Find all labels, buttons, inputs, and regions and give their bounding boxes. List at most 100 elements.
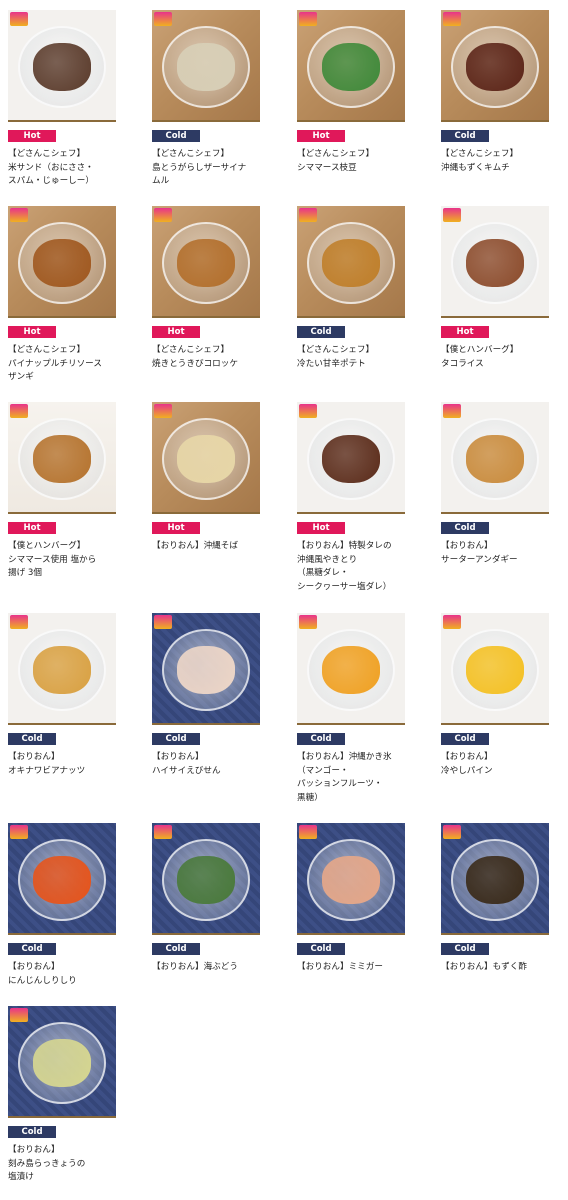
menu-item-card[interactable]: Hot 【おりおん】沖縄そば <box>152 402 260 554</box>
karaage-photo[interactable] <box>8 402 116 514</box>
menu-item-card[interactable]: Hot 【僕とハンバーグ】 シママース使用 塩から 揚げ 3個 <box>8 402 116 581</box>
menu-item-card[interactable]: Cold 【おりおん】 刻み島らっきょうの 塩漬け <box>8 1006 116 1185</box>
carrot-shirishiri-photo[interactable] <box>8 823 116 935</box>
menu-grid: Hot 【どさんこシェフ】 米サンド（おにささ・ スパム・じゅーしー） Cold 【ど… <box>0 0 568 1200</box>
container-icon <box>18 26 106 109</box>
temperature-badge: Cold <box>297 943 345 955</box>
menu-item-card[interactable]: Hot 【おりおん】特製タレの 沖縄風やきとり （黒糖ダレ・ シークヮーサー塩ダレ… <box>297 402 405 594</box>
rice-sandwich-photo[interactable] <box>8 10 116 122</box>
croquette-photo[interactable] <box>152 206 260 318</box>
menu-item-card[interactable]: Cold 【おりおん】もずく酢 <box>441 823 549 975</box>
menu-item-card[interactable]: Hot 【どさんこシェフ】 パイナップルチリソース ザンギ <box>8 206 116 385</box>
event-logo-icon <box>10 615 28 629</box>
beer-nuts-photo[interactable] <box>8 613 116 725</box>
menu-item-card[interactable]: Cold 【おりおん】ミミガー <box>297 823 405 975</box>
container-icon <box>18 222 106 305</box>
menu-item-card[interactable]: Cold 【おりおん】 オキナワビアナッツ <box>8 613 116 778</box>
event-logo-icon <box>10 208 28 222</box>
food-icon <box>322 43 380 92</box>
food-icon <box>177 435 235 484</box>
event-logo-icon <box>299 12 317 26</box>
event-logo-icon <box>154 208 172 222</box>
menu-item-card[interactable]: Cold 【おりおん】 サーターアンダギー <box>441 402 549 567</box>
container-icon <box>162 629 250 712</box>
temperature-badge: Hot <box>297 130 345 142</box>
zasai-namul-photo[interactable] <box>152 10 260 122</box>
mozuku-su-photo[interactable] <box>441 823 549 935</box>
mozuku-kimchi-photo[interactable] <box>441 10 549 122</box>
temperature-badge: Cold <box>152 733 200 745</box>
okinawa-soba-photo[interactable] <box>152 402 260 514</box>
potato-photo[interactable] <box>297 206 405 318</box>
umibudo-photo[interactable] <box>152 823 260 935</box>
container-icon <box>18 418 106 501</box>
food-icon <box>466 43 524 92</box>
menu-item-card[interactable]: Cold 【おりおん】 冷やしパイン <box>441 613 549 778</box>
temperature-badge: Hot <box>8 522 56 534</box>
food-icon <box>177 43 235 92</box>
temperature-badge: Cold <box>152 130 200 142</box>
menu-item-name: 【どさんこシェフ】 冷たい甘辛ポテト <box>297 345 375 369</box>
menu-item-name: 【おりおん】沖縄かき氷 （マンゴー・ パッションフルーツ・ 黒糖） <box>297 752 392 803</box>
menu-item-card[interactable]: Cold 【どさんこシェフ】 沖縄もずくキムチ <box>441 10 549 175</box>
event-logo-icon <box>154 12 172 26</box>
event-logo-icon <box>299 208 317 222</box>
menu-item-card[interactable]: Hot 【どさんこシェフ】 シママース枝豆 <box>297 10 405 175</box>
container-icon <box>18 839 106 922</box>
ebisen-photo[interactable] <box>152 613 260 725</box>
menu-item-name: 【おりおん】ミミガー <box>297 962 383 972</box>
container-icon <box>451 629 539 712</box>
food-icon <box>33 435 91 484</box>
temperature-badge: Hot <box>8 130 56 142</box>
temperature-badge: Cold <box>441 943 489 955</box>
kakigori-photo[interactable] <box>297 613 405 725</box>
menu-item-card[interactable]: Cold 【どさんこシェフ】 島とうがらしザーサイナ ムル <box>152 10 260 189</box>
event-logo-icon <box>299 825 317 839</box>
menu-item-card[interactable]: Hot 【どさんこシェフ】 焼きとうきびコロッケ <box>152 206 260 371</box>
menu-item-name: 【おりおん】 ハイサイえびせん <box>152 752 221 776</box>
andagi-photo[interactable] <box>441 402 549 514</box>
temperature-badge: Cold <box>8 733 56 745</box>
container-icon <box>307 839 395 922</box>
menu-item-card[interactable]: Cold 【おりおん】海ぶどう <box>152 823 260 975</box>
food-icon <box>177 856 235 905</box>
event-logo-icon <box>10 404 28 418</box>
zangi-photo[interactable] <box>8 206 116 318</box>
yakitori-photo[interactable] <box>297 402 405 514</box>
menu-item-card[interactable]: Cold 【おりおん】 ハイサイえびせん <box>152 613 260 778</box>
menu-item-card[interactable]: Hot 【僕とハンバーグ】 タコライス <box>441 206 549 371</box>
event-logo-icon <box>10 825 28 839</box>
event-logo-icon <box>443 615 461 629</box>
menu-item-name: 【おりおん】 サーターアンダギー <box>441 541 518 565</box>
food-icon <box>466 856 524 905</box>
food-icon <box>33 1039 91 1088</box>
menu-item-card[interactable]: Cold 【おりおん】 にんじんしりしり <box>8 823 116 988</box>
container-icon <box>162 839 250 922</box>
container-icon <box>307 418 395 501</box>
food-icon <box>33 856 91 905</box>
menu-item-name: 【どさんこシェフ】 沖縄もずくキムチ <box>441 149 519 173</box>
temperature-badge: Hot <box>152 326 200 338</box>
rakkyo-photo[interactable] <box>8 1006 116 1118</box>
menu-item-name: 【僕とハンバーグ】 シママース使用 塩から 揚げ 3個 <box>8 541 97 579</box>
menu-item-card[interactable]: Cold 【おりおん】沖縄かき氷 （マンゴー・ パッションフルーツ・ 黒糖） <box>297 613 405 805</box>
menu-item-name: 【おりおん】海ぶどう <box>152 962 238 972</box>
pineapple-photo[interactable] <box>441 613 549 725</box>
container-icon <box>18 629 106 712</box>
menu-item-name: 【どさんこシェフ】 焼きとうきびコロッケ <box>152 345 238 369</box>
menu-item-name: 【どさんこシェフ】 シママース枝豆 <box>297 149 375 173</box>
temperature-badge: Cold <box>8 1126 56 1138</box>
container-icon <box>451 222 539 305</box>
menu-item-card[interactable]: Cold 【どさんこシェフ】 冷たい甘辛ポテト <box>297 206 405 371</box>
temperature-badge: Cold <box>152 943 200 955</box>
food-icon <box>33 43 91 92</box>
food-icon <box>322 239 380 288</box>
event-logo-icon <box>154 825 172 839</box>
container-icon <box>307 629 395 712</box>
food-icon <box>322 856 380 905</box>
event-logo-icon <box>443 404 461 418</box>
taco-rice-photo[interactable] <box>441 206 549 318</box>
mimiga-photo[interactable] <box>297 823 405 935</box>
edamame-photo[interactable] <box>297 10 405 122</box>
menu-item-card[interactable]: Hot 【どさんこシェフ】 米サンド（おにささ・ スパム・じゅーしー） <box>8 10 116 189</box>
